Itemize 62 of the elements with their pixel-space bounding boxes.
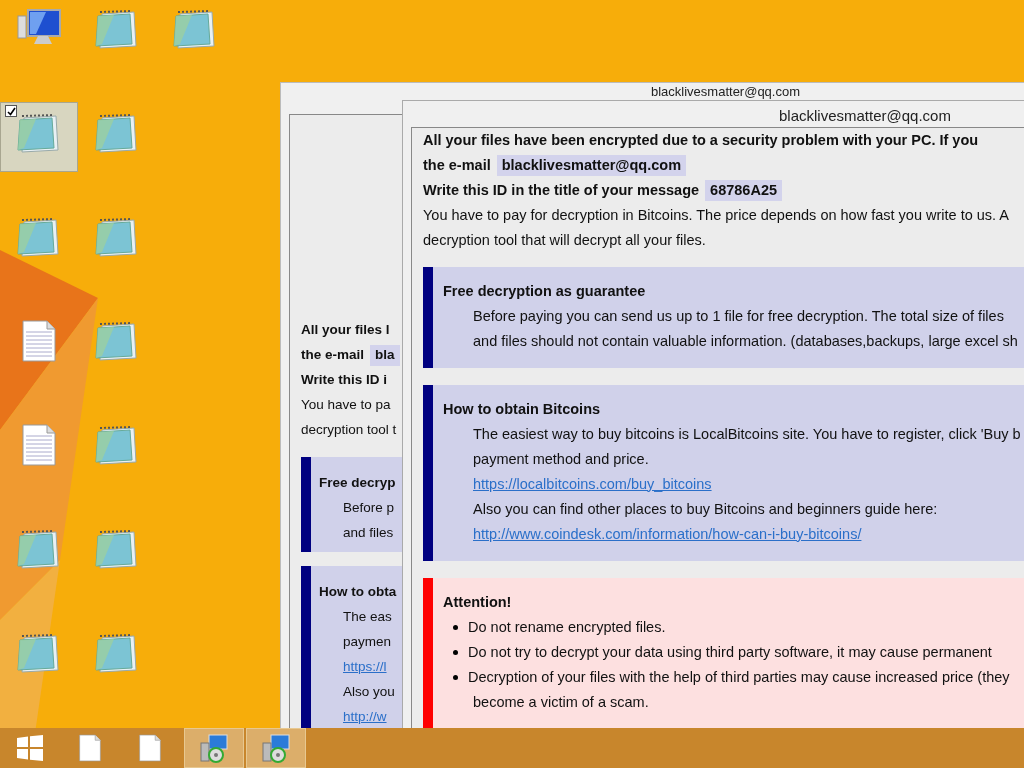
- section-heading: Free decryp: [319, 474, 396, 493]
- notepad-icon[interactable]: [16, 528, 62, 570]
- section-heading: How to obta: [319, 583, 397, 602]
- window-title: blacklivesmatter@qq.com: [651, 84, 801, 99]
- note-text: decryption tool that will decrypt all your files.: [423, 230, 706, 250]
- note-text: You have to pa: [301, 396, 391, 415]
- window-title: blacklivesmatter@qq.com: [779, 106, 951, 126]
- note-text: and files should not contain valuable information. (databases,backups, large excel sh: [473, 331, 1018, 351]
- note-text: Write this ID in the title of your message: [423, 180, 700, 200]
- notepad-icon[interactable]: [94, 320, 140, 362]
- notepad-icon[interactable]: [94, 112, 140, 154]
- note-text: Write this ID i: [301, 371, 387, 390]
- note-text: and files: [343, 524, 394, 543]
- note-text: Before paying you can send us up to 1 file for free decryption. The total size of files: [473, 306, 1004, 326]
- taskbar-button[interactable]: [246, 728, 306, 768]
- notepad-icon[interactable]: [16, 632, 62, 674]
- note-text: You have to pay for decryption in Bitcoins. The price depends on how fast you write to us. A: [423, 205, 1009, 225]
- notepad-icon[interactable]: [94, 424, 140, 466]
- note-text: the e-mail: [423, 155, 491, 175]
- notepad-icon[interactable]: [172, 8, 218, 50]
- section-heading: Attention!: [443, 592, 513, 612]
- notepad-icon[interactable]: [94, 528, 140, 570]
- link[interactable]: https://localbitcoins.com/buy_bitcoins: [473, 473, 712, 496]
- installer-icon: [261, 733, 291, 763]
- windows-logo-icon: [17, 735, 43, 761]
- link[interactable]: https://l: [343, 657, 387, 678]
- notepad-icon[interactable]: [94, 216, 140, 258]
- bullet-icon: [453, 650, 458, 655]
- bullet-icon: [453, 625, 458, 630]
- notepad-icon[interactable]: [94, 632, 140, 674]
- note-text: All your files have been encrypted due to a security problem with your PC. If you: [423, 130, 979, 150]
- document-icon[interactable]: [22, 320, 56, 362]
- highlighted-text: blacklivesmatter@qq.com: [496, 154, 687, 177]
- note-text: All your files l: [301, 321, 390, 340]
- note-text: paymen: [343, 633, 392, 652]
- note-text: Also you can find other places to buy Bitcoins and beginners guide here:: [473, 499, 938, 519]
- link[interactable]: http://www.coindesk.com/information/how-can-i-buy-bitcoins/: [473, 523, 862, 546]
- note-text: payment method and price.: [473, 449, 649, 469]
- section-heading: Free decryption as guarantee: [443, 281, 647, 301]
- document-icon[interactable]: [139, 734, 161, 762]
- link[interactable]: http://w: [343, 707, 387, 728]
- note-text: the e-mail: [301, 346, 365, 365]
- highlighted-text: bla: [370, 345, 400, 366]
- document-icon[interactable]: [22, 424, 56, 466]
- note-text: The eas: [343, 608, 392, 627]
- taskbar-button[interactable]: [184, 728, 244, 768]
- notepad-icon[interactable]: [94, 8, 140, 50]
- bullet-icon: [453, 675, 458, 680]
- list-item: Decryption of your files with the help of third parties may cause increased price (they: [468, 667, 1010, 687]
- highlighted-text: 68786A25: [705, 179, 782, 202]
- list-item: Do not rename encrypted files.: [468, 617, 666, 637]
- note-text: decryption tool t: [301, 421, 397, 440]
- list-item: become a victim of a scam.: [473, 692, 649, 712]
- installer-icon: [199, 733, 229, 763]
- checkbox[interactable]: [5, 105, 17, 117]
- note-text: The easiest way to buy bitcoins is LocalBitcoins site. You have to register, click 'Buy b: [473, 424, 1021, 444]
- notepad-icon[interactable]: [16, 216, 62, 258]
- note-text: Also you: [343, 683, 395, 702]
- list-item: Do not try to decrypt your data using third party software, it may cause permanent: [468, 642, 992, 662]
- document-icon[interactable]: [79, 734, 101, 762]
- section-heading: How to obtain Bitcoins: [443, 399, 602, 419]
- note-text: Before p: [343, 499, 395, 518]
